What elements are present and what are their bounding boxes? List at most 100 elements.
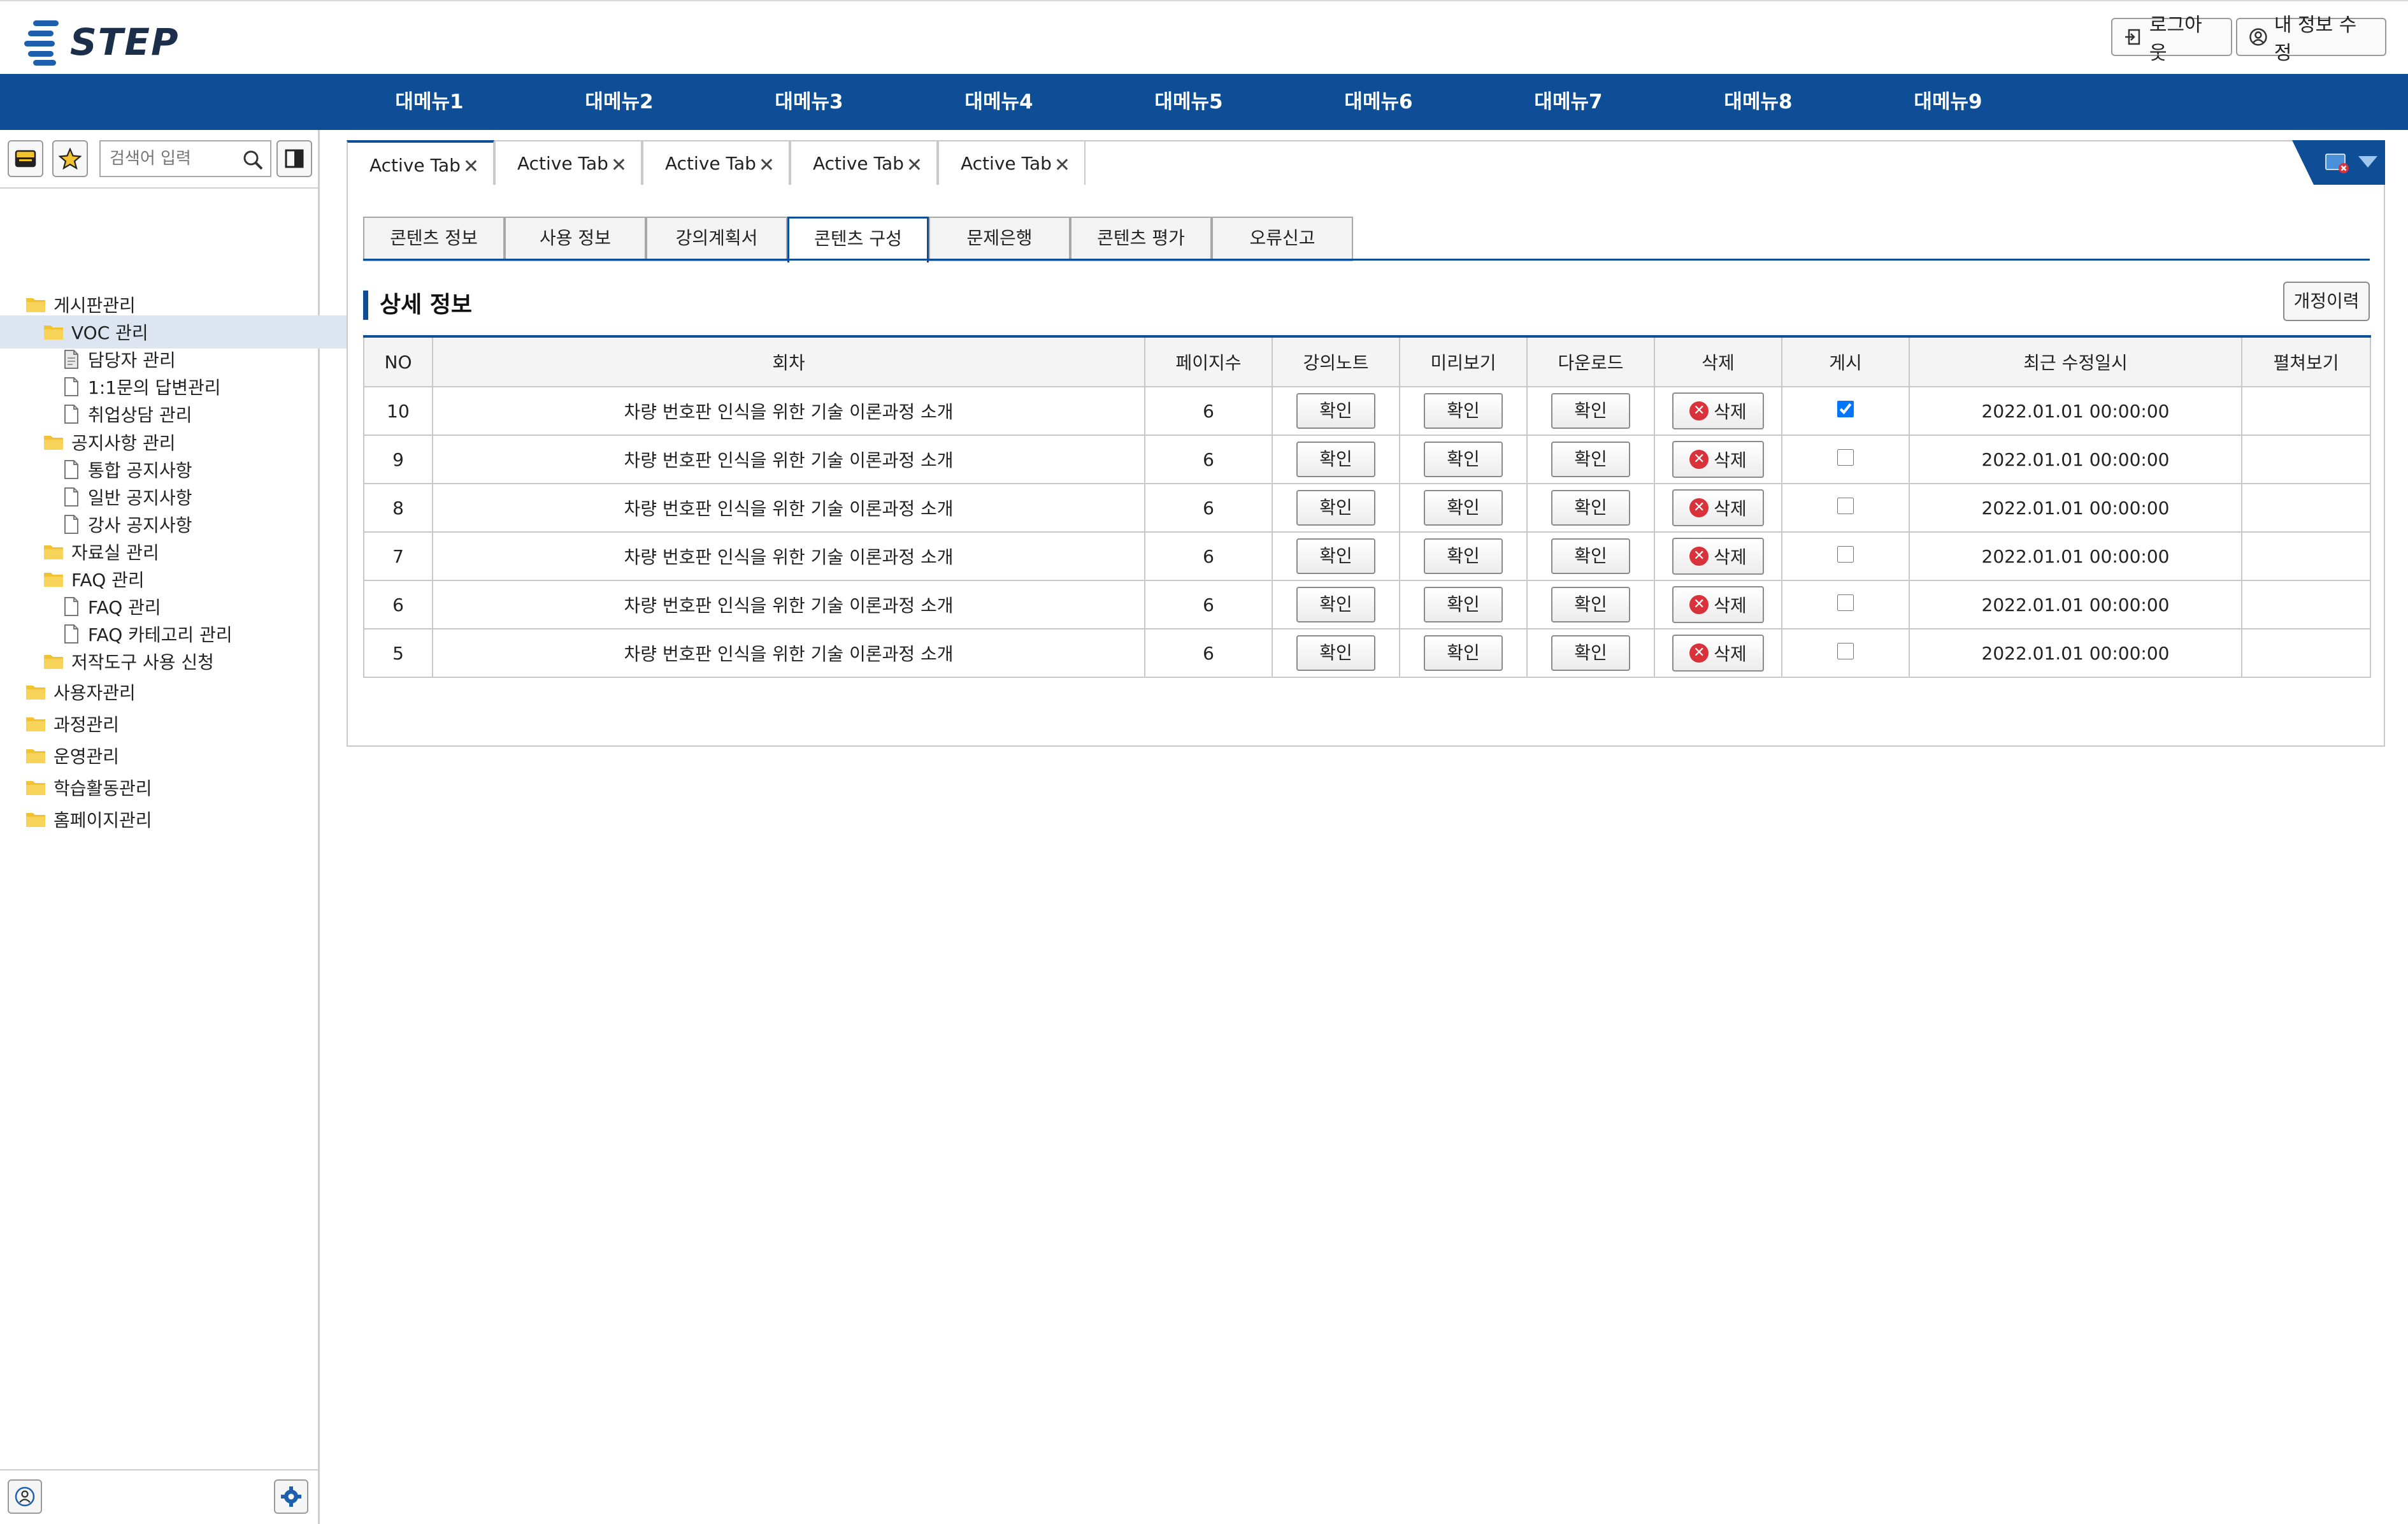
main-nav-item-8[interactable]: 대메뉴8 (1695, 74, 1822, 130)
download-confirm-button[interactable]: 확인 (1551, 442, 1630, 477)
close-icon[interactable]: ✕ (1054, 154, 1070, 176)
tree-label: 담당자 관리 (88, 350, 176, 371)
tree-folder[interactable]: 운영관리 (0, 739, 343, 772)
posted-checkbox[interactable] (1837, 497, 1854, 514)
lecture-note-confirm-button[interactable]: 확인 (1296, 442, 1375, 477)
chevron-down-icon[interactable] (2357, 154, 2379, 169)
favorites-button[interactable] (52, 140, 88, 177)
tab-usage-info[interactable]: 사용 정보 (505, 217, 646, 261)
close-all-tabs-icon[interactable] (2324, 149, 2349, 175)
cell-modified: 2022.01.01 00:00:00 (1909, 580, 2242, 629)
preview-confirm-button[interactable]: 확인 (1424, 490, 1503, 526)
cell-preview: 확인 (1399, 435, 1528, 484)
sidebar-divider (0, 187, 318, 189)
download-confirm-button[interactable]: 확인 (1551, 538, 1630, 574)
search-icon[interactable] (242, 149, 264, 171)
main-nav-item-9[interactable]: 대메뉴9 (1884, 74, 2012, 130)
cell-expand[interactable] (2241, 580, 2371, 629)
tab-content-evaluation[interactable]: 콘텐츠 평가 (1070, 217, 1212, 261)
delete-button[interactable]: ✕ 삭제 (1672, 586, 1764, 623)
tree-folder[interactable]: 과정관리 (0, 707, 343, 740)
user-settings-button[interactable] (8, 1479, 42, 1514)
panel-toggle-icon (285, 149, 304, 168)
preview-confirm-button[interactable]: 확인 (1424, 635, 1503, 671)
window-tab-3[interactable]: Active Tab ✕ (642, 140, 790, 186)
tab-error-report[interactable]: 오류신고 (1212, 217, 1353, 261)
download-confirm-button[interactable]: 확인 (1551, 490, 1630, 526)
main-nav-item-7[interactable]: 대메뉴7 (1505, 74, 1632, 130)
lecture-note-confirm-button[interactable]: 확인 (1296, 587, 1375, 622)
cell-expand[interactable] (2241, 531, 2371, 581)
delete-button[interactable]: ✕ 삭제 (1672, 441, 1764, 478)
posted-checkbox[interactable] (1837, 642, 1854, 659)
download-confirm-button[interactable]: 확인 (1551, 393, 1630, 429)
close-icon[interactable]: ✕ (759, 154, 775, 176)
main-nav-item-3[interactable]: 대메뉴3 (745, 74, 873, 130)
posted-checkbox[interactable] (1837, 594, 1854, 611)
logo-mark-icon (24, 18, 62, 66)
window-tab-5[interactable]: Active Tab ✕ (938, 140, 1086, 186)
cell-expand[interactable] (2241, 386, 2371, 436)
posted-checkbox[interactable] (1837, 545, 1854, 563)
revision-history-button[interactable]: 개정이력 (2283, 282, 2370, 321)
cell-expand[interactable] (2241, 483, 2371, 533)
download-confirm-button[interactable]: 확인 (1551, 587, 1630, 622)
close-icon[interactable]: ✕ (611, 154, 627, 176)
delete-button[interactable]: ✕ 삭제 (1672, 489, 1764, 526)
lecture-note-confirm-button[interactable]: 확인 (1296, 490, 1375, 526)
folder-icon (44, 326, 63, 340)
tree-folder[interactable]: 홈페이지관리 (0, 803, 343, 836)
tree-folder[interactable]: 저작도구 사용 신청 (0, 645, 361, 678)
preview-confirm-button[interactable]: 확인 (1424, 442, 1503, 477)
main-nav-item-4[interactable]: 대메뉴4 (935, 74, 1063, 130)
main-nav-item-6[interactable]: 대메뉴6 (1315, 74, 1442, 130)
delete-button[interactable]: ✕ 삭제 (1672, 538, 1764, 575)
preview-confirm-button[interactable]: 확인 (1424, 393, 1503, 429)
folder-icon (26, 717, 45, 731)
posted-checkbox[interactable] (1837, 449, 1854, 466)
lecture-note-confirm-button[interactable]: 확인 (1296, 393, 1375, 429)
logo[interactable]: STEP (24, 17, 179, 68)
panel-toggle-button[interactable] (276, 140, 312, 177)
cell-expand[interactable] (2241, 628, 2371, 678)
window-tab-1[interactable]: Active Tab ✕ (347, 140, 494, 187)
cell-delete: ✕ 삭제 (1654, 386, 1782, 436)
lecture-note-confirm-button[interactable]: 확인 (1296, 635, 1375, 671)
sidebar-search-input[interactable] (108, 141, 238, 176)
lecture-note-confirm-button[interactable]: 확인 (1296, 538, 1375, 574)
delete-button[interactable]: ✕ 삭제 (1672, 635, 1764, 672)
cell-expand[interactable] (2241, 435, 2371, 484)
document-icon (64, 405, 78, 424)
cell-preview: 확인 (1399, 580, 1528, 629)
tree-label: 1:1문의 답변관리 (88, 377, 221, 398)
tree-folder[interactable]: 사용자관리 (0, 675, 343, 708)
folder-icon (44, 545, 63, 559)
window-tab-4[interactable]: Active Tab ✕ (790, 140, 938, 186)
main-nav-item-2[interactable]: 대메뉴2 (555, 74, 683, 130)
close-icon[interactable]: ✕ (907, 154, 922, 176)
settings-button[interactable] (274, 1479, 308, 1514)
cell-download: 확인 (1526, 483, 1655, 533)
edit-profile-button[interactable]: 내 정보 수정 (2236, 14, 2386, 64)
close-icon[interactable]: ✕ (463, 155, 479, 178)
tab-syllabus[interactable]: 강의계획서 (646, 217, 787, 261)
preview-confirm-button[interactable]: 확인 (1424, 587, 1503, 622)
download-confirm-button[interactable]: 확인 (1551, 635, 1630, 671)
main-nav-item-5[interactable]: 대메뉴5 (1125, 74, 1252, 130)
main-nav-item-1[interactable]: 대메뉴1 (366, 74, 493, 130)
tree-folder[interactable]: 학습활동관리 (0, 771, 343, 804)
window-tab-label: Active Tab (517, 152, 608, 174)
preview-confirm-button[interactable]: 확인 (1424, 538, 1503, 574)
tab-question-bank[interactable]: 문제은행 (929, 217, 1070, 261)
cell-posted (1781, 435, 1910, 484)
tab-content-structure[interactable]: 콘텐츠 구성 (787, 217, 929, 262)
logout-button[interactable]: 로그아웃 (2111, 14, 2232, 64)
folder-icon (26, 781, 45, 795)
posted-checkbox[interactable] (1837, 400, 1854, 417)
window-tab-2[interactable]: Active Tab ✕ (494, 140, 642, 186)
window-tab-label: Active Tab (961, 152, 1052, 174)
tree-label: FAQ 카테고리 관리 (88, 624, 233, 645)
tab-content-info[interactable]: 콘텐츠 정보 (363, 217, 505, 261)
menu-folder-button[interactable] (8, 140, 43, 177)
delete-button[interactable]: ✕ 삭제 (1672, 392, 1764, 429)
